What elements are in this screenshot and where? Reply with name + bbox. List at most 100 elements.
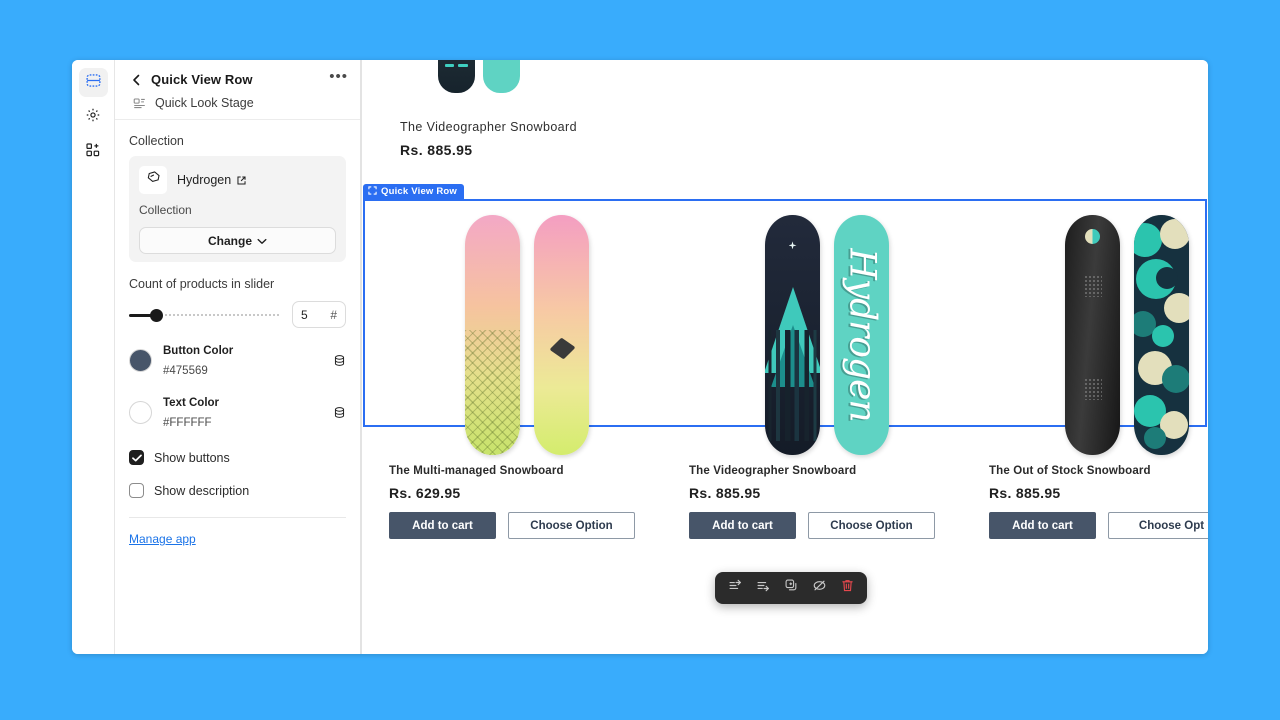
add-to-cart-label: Add to cart <box>712 519 773 532</box>
chevron-down-icon <box>257 234 267 248</box>
product-price: Rs. 885.95 <box>689 485 761 501</box>
slider-thumb[interactable] <box>150 308 164 322</box>
choose-option-label: Choose Option <box>530 519 613 532</box>
button-color-label: Button Color <box>163 345 234 357</box>
board-holes-graphic <box>1083 275 1102 297</box>
product-images <box>389 211 665 459</box>
product-card[interactable]: The Multi-managed Snowboard Rs. 629.95 A… <box>365 211 665 539</box>
count-label: Count of products in slider <box>129 277 275 291</box>
board-tip-teal <box>483 60 520 93</box>
more-options-button[interactable]: ••• <box>329 69 348 86</box>
duplicate-button[interactable] <box>780 577 802 599</box>
board-cap-graphic <box>1084 229 1100 245</box>
product-title: The Multi-managed Snowboard <box>389 465 564 477</box>
add-to-cart-button[interactable]: Add to cart <box>689 512 796 539</box>
show-buttons-label: Show buttons <box>154 450 230 465</box>
panel-header: Quick View Row ••• Quick Look Stage <box>115 60 360 120</box>
board-brand-text: Hydrogen <box>841 248 882 422</box>
stage-breadcrumb[interactable]: Quick Look Stage <box>129 95 348 111</box>
data-source-icon[interactable] <box>333 406 346 419</box>
show-buttons-row[interactable]: Show buttons <box>129 450 346 465</box>
text-color-swatch[interactable] <box>129 400 152 424</box>
collection-type: Collection <box>139 203 192 217</box>
collection-name[interactable]: Hydrogen <box>177 173 247 187</box>
collection-thumbnail <box>139 166 167 194</box>
slider-track-rest <box>156 314 280 316</box>
board-holes-graphic <box>1083 378 1102 401</box>
hide-icon <box>812 578 827 598</box>
snowboard-image <box>465 215 520 455</box>
collection-section-label: Collection <box>129 134 184 148</box>
show-description-label: Show description <box>154 483 250 498</box>
manage-app-link[interactable]: Manage app <box>129 532 196 546</box>
sidebar-item-settings[interactable] <box>79 103 108 132</box>
hide-button[interactable] <box>808 577 830 599</box>
count-value: 5 <box>301 307 308 322</box>
move-up-icon <box>728 578 743 598</box>
product-grid: The Multi-managed Snowboard Rs. 629.95 A… <box>365 201 1208 539</box>
stage-icon <box>131 95 147 111</box>
collection-card: Hydrogen Collection Change <box>129 156 346 262</box>
choose-option-button[interactable]: Choose Option <box>508 512 635 539</box>
section-toolbar <box>715 572 867 604</box>
preview-canvas: The Videographer Snowboard Rs. 885.95 Qu… <box>361 60 1208 654</box>
panel-divider <box>129 517 346 518</box>
count-slider[interactable] <box>129 306 280 324</box>
star-graphic <box>788 241 797 250</box>
choose-option-button[interactable]: Choose Option <box>808 512 935 539</box>
choose-option-label: Choose Option <box>830 519 913 532</box>
top-product-title: The Videographer Snowboard <box>400 120 577 134</box>
change-collection-button[interactable]: Change <box>139 227 336 254</box>
apps-add-icon <box>85 142 101 163</box>
product-card[interactable]: Hydrogen The Videographer Snowboard Rs. … <box>665 211 965 539</box>
button-color-swatch[interactable] <box>129 348 152 372</box>
collection-icon <box>146 170 161 190</box>
count-input[interactable]: 5 # <box>292 301 346 328</box>
color-row-button: Button Color #475569 <box>129 340 346 380</box>
color-row-text: Text Color #FFFFFF <box>129 392 346 432</box>
button-color-hex: #475569 <box>163 365 208 377</box>
delete-button[interactable] <box>836 577 858 599</box>
show-buttons-checkbox[interactable] <box>129 450 144 465</box>
sidebar-item-sections[interactable] <box>78 68 108 97</box>
product-title: The Out of Stock Snowboard <box>989 465 1151 477</box>
product-images: Hydrogen <box>689 211 965 459</box>
add-to-cart-button[interactable]: Add to cart <box>989 512 1096 539</box>
count-control-row: 5 # <box>129 301 346 328</box>
product-title: The Videographer Snowboard <box>689 465 857 477</box>
choose-option-label: Choose Opt <box>1138 519 1205 532</box>
selected-section[interactable]: Quick View Row The Multi-managed Snowboa… <box>363 184 1208 539</box>
add-to-cart-label: Add to cart <box>412 519 473 532</box>
gear-icon <box>85 107 101 128</box>
top-partial-product: The Videographer Snowboard Rs. 885.95 <box>362 60 1208 158</box>
move-up-button[interactable] <box>724 577 746 599</box>
snowboard-image <box>1065 215 1120 455</box>
icon-rail <box>72 60 115 654</box>
selection-outline: The Multi-managed Snowboard Rs. 629.95 A… <box>363 199 1208 539</box>
collection-name-text: Hydrogen <box>177 173 232 187</box>
stage-label: Quick Look Stage <box>155 96 254 110</box>
selection-badge: Quick View Row <box>363 184 465 199</box>
data-source-icon[interactable] <box>333 354 346 367</box>
text-color-label: Text Color <box>163 397 220 409</box>
selection-badge-label: Quick View Row <box>381 186 458 197</box>
product-card[interactable]: The Out of Stock Snowboard Rs. 885.95 Ad… <box>965 211 1208 539</box>
count-unit: # <box>330 307 337 322</box>
move-down-icon <box>756 578 771 598</box>
top-product-price: Rs. 885.95 <box>400 142 473 158</box>
show-description-checkbox[interactable] <box>129 483 144 498</box>
external-link-icon[interactable] <box>236 175 247 186</box>
frame-select-icon <box>368 185 377 198</box>
choose-option-button[interactable]: Choose Opt <box>1108 512 1208 539</box>
back-button[interactable] <box>129 73 143 87</box>
product-images <box>989 211 1208 459</box>
change-label: Change <box>207 233 252 248</box>
sidebar-item-apps[interactable] <box>79 138 108 167</box>
board-tip-dark <box>438 60 475 93</box>
move-down-button[interactable] <box>752 577 774 599</box>
sections-icon <box>85 72 102 94</box>
panel-body: Collection Hydrogen Collection Change Co… <box>115 120 360 548</box>
show-description-row[interactable]: Show description <box>129 483 346 498</box>
add-to-cart-button[interactable]: Add to cart <box>389 512 496 539</box>
product-price: Rs. 885.95 <box>989 485 1061 501</box>
